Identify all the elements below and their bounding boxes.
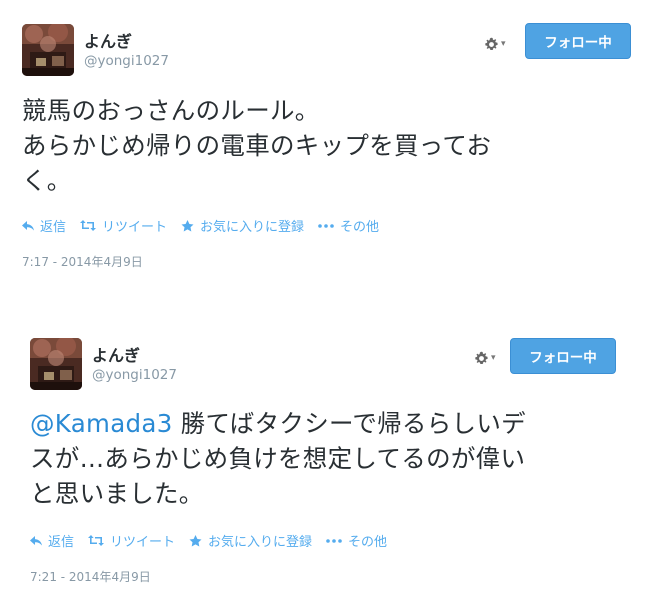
- tweet-text: 競馬のおっさんのルール。 あらかじめ帰りの電車のキップを買ってお く。: [22, 93, 622, 198]
- chevron-down-icon: ▾: [491, 353, 496, 363]
- tweet-2: よんぎ @yongi1027 ▾ フォロー中 @Kamada3 勝てばタクシーで…: [30, 336, 620, 585]
- retweet-icon: [88, 535, 105, 546]
- avatar[interactable]: [22, 24, 74, 76]
- more-icon: [318, 223, 334, 228]
- retweet-icon: [80, 220, 97, 231]
- tweet-text-line: @Kamada3 勝てばタクシーで帰るらしいデ: [30, 406, 620, 441]
- tweet-text-line: 競馬のおっさんのルール。: [22, 96, 320, 125]
- favorite-label: お気に入りに登録: [200, 220, 305, 235]
- user-name[interactable]: よんぎ: [92, 342, 140, 366]
- more-button[interactable]: その他: [326, 531, 387, 550]
- avatar[interactable]: [30, 338, 82, 390]
- user-handle[interactable]: @yongi1027: [92, 367, 177, 383]
- gear-icon: [474, 351, 489, 366]
- tweet-text: @Kamada3 勝てばタクシーで帰るらしいデ スが…あらかじめ負けを想定してる…: [30, 406, 620, 511]
- reply-label: 返信: [40, 220, 67, 235]
- reply-label: 返信: [48, 535, 75, 550]
- gear-icon: [484, 37, 499, 52]
- star-icon: [189, 534, 202, 547]
- tweet-1: よんぎ @yongi1027 ▾ フォロー中 競馬のおっさんのルール。 あらかじ…: [22, 22, 636, 270]
- reply-icon: [22, 220, 34, 231]
- retweet-label: リツイート: [110, 535, 176, 550]
- reply-button[interactable]: 返信: [22, 216, 66, 235]
- chevron-down-icon: ▾: [501, 39, 506, 49]
- retweet-label: リツイート: [102, 220, 168, 235]
- tweet-actions: 返信 リツイート お気に入りに登録 その他: [22, 216, 636, 235]
- more-button[interactable]: その他: [318, 216, 379, 235]
- tweet-text-line: と思いました。: [30, 479, 204, 508]
- mention-link[interactable]: @Kamada3: [30, 409, 173, 438]
- tweet-actions: 返信 リツイート お気に入りに登録 その他: [30, 531, 620, 550]
- tweet-text-line: スが…あらかじめ負けを想定してるのが偉い: [30, 444, 526, 473]
- reply-button[interactable]: 返信: [30, 531, 74, 550]
- tweet-text-line: く。: [22, 166, 72, 195]
- favorite-button[interactable]: お気に入りに登録: [189, 531, 312, 550]
- more-icon: [326, 538, 342, 543]
- user-name[interactable]: よんぎ: [84, 28, 132, 52]
- tweet-header: よんぎ @yongi1027 ▾ フォロー中: [30, 336, 620, 392]
- more-label: その他: [340, 220, 380, 235]
- more-label: その他: [348, 535, 388, 550]
- follow-button[interactable]: フォロー中: [510, 338, 616, 374]
- gear-menu-button[interactable]: ▾: [474, 348, 502, 368]
- user-handle[interactable]: @yongi1027: [84, 53, 169, 69]
- tweet-header: よんぎ @yongi1027 ▾ フォロー中: [22, 22, 636, 78]
- favorite-label: お気に入りに登録: [208, 535, 313, 550]
- timestamp[interactable]: 7:21 - 2014年4月9日: [30, 568, 620, 585]
- reply-icon: [30, 535, 42, 546]
- tweet-text-line: あらかじめ帰りの電車のキップを買ってお: [22, 131, 492, 160]
- tweet-text-fragment: 勝てばタクシーで帰るらしいデ: [172, 409, 526, 438]
- retweet-button[interactable]: リツイート: [88, 531, 175, 550]
- favorite-button[interactable]: お気に入りに登録: [181, 216, 304, 235]
- star-icon: [181, 219, 194, 232]
- gear-menu-button[interactable]: ▾: [484, 34, 512, 54]
- follow-button[interactable]: フォロー中: [525, 23, 631, 59]
- timestamp[interactable]: 7:17 - 2014年4月9日: [22, 253, 636, 270]
- retweet-button[interactable]: リツイート: [80, 216, 167, 235]
